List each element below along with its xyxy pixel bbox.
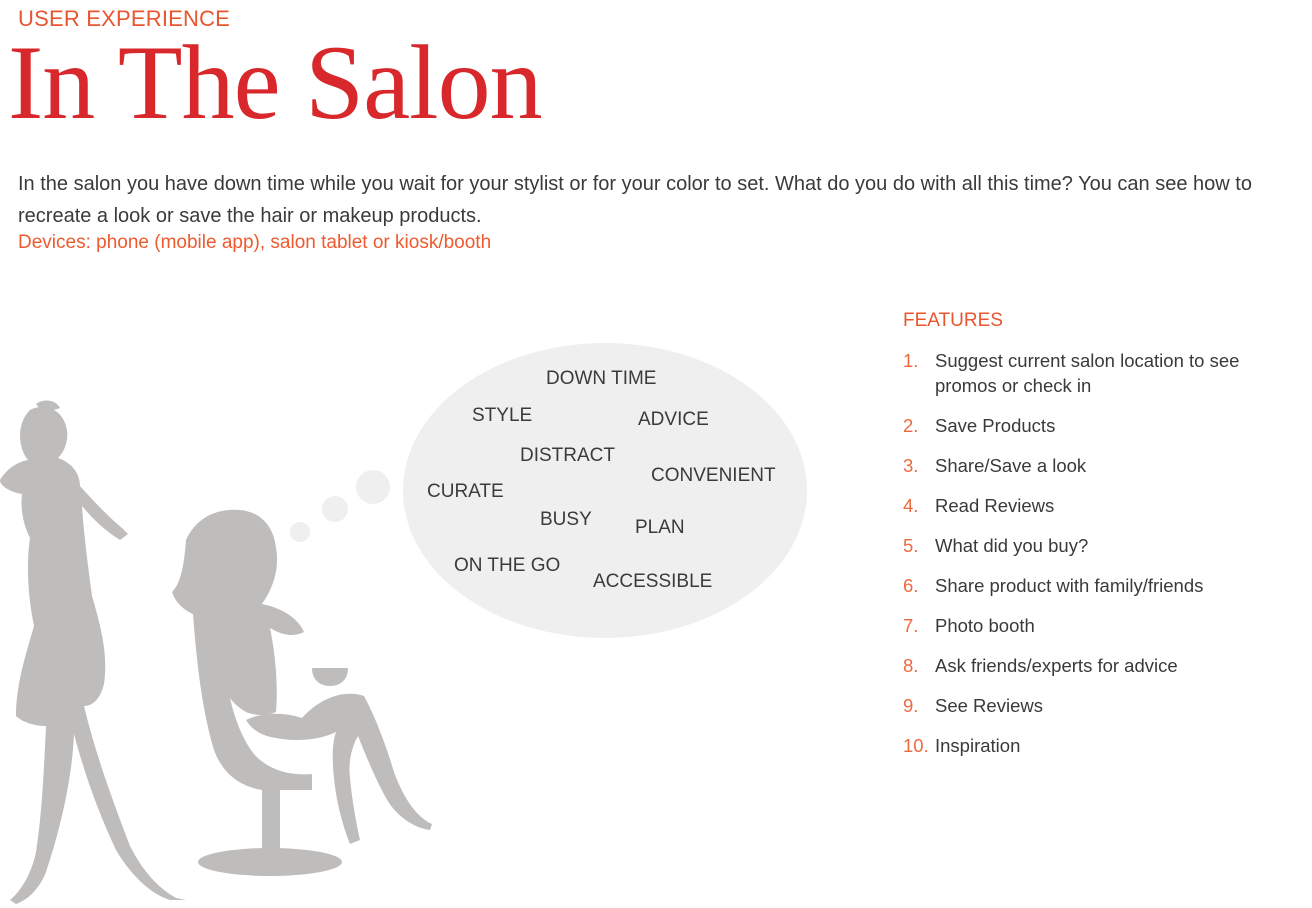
bubble-word-plan: PLAN [635,517,685,538]
feature-item: 2. Save Products [903,413,1303,438]
feature-item: 3. Share/Save a look [903,453,1303,478]
feature-text: Suggest current salon location to see pr… [935,350,1240,396]
feature-number: 5. [903,535,919,556]
feature-number: 3. [903,455,919,476]
feature-text: See Reviews [935,695,1043,716]
feature-item: 6. Share product with family/friends [903,573,1303,598]
bubble-word-advice: ADVICE [638,409,709,430]
feature-text: Inspiration [935,735,1021,756]
feature-text: What did you buy? [935,535,1089,556]
bubble-word-curate: CURATE [427,481,504,502]
feature-item: 4. Read Reviews [903,493,1303,518]
feature-number: 7. [903,615,919,636]
feature-number: 2. [903,415,919,436]
devices-line: Devices: phone (mobile app), salon table… [18,232,492,253]
feature-number: 8. [903,655,919,676]
feature-number: 6. [903,575,919,596]
bubble-word-accessible: ACCESSIBLE [593,571,713,592]
features-list: 1. Suggest current salon location to see … [903,348,1303,773]
feature-text: Share product with family/friends [935,575,1204,596]
feature-item: 1. Suggest current salon location to see … [903,348,1303,398]
thought-dot-medium [322,496,348,522]
feature-number: 1. [903,350,919,371]
feature-item: 5. What did you buy? [903,533,1303,558]
bubble-word-style: STYLE [472,405,533,426]
page-title: In The Salon [8,24,543,141]
feature-text: Share/Save a look [935,455,1087,476]
feature-number: 4. [903,495,919,516]
feature-text: Save Products [935,415,1056,436]
thought-dot-small [290,522,310,542]
feature-item: 7. Photo booth [903,613,1303,638]
feature-number: 9. [903,695,919,716]
feature-text: Read Reviews [935,495,1055,516]
bubble-word-convenient: CONVENIENT [651,465,776,486]
features-heading: FEATURES [903,310,1003,331]
feature-text: Photo booth [935,615,1035,636]
feature-number: 10. [903,735,929,756]
bubble-word-distract: DISTRACT [520,445,615,466]
thought-dot-large [356,470,390,504]
feature-item: 10. Inspiration [903,733,1303,758]
feature-item: 8. Ask friends/experts for advice [903,653,1303,678]
feature-text: Ask friends/experts for advice [935,655,1178,676]
bubble-word-busy: BUSY [540,509,592,530]
feature-item: 9. See Reviews [903,693,1303,718]
bubble-word-on-the-go: ON THE GO [454,555,561,576]
bubble-word-down-time: DOWN TIME [546,368,657,389]
intro-paragraph: In the salon you have down time while yo… [18,173,1252,227]
